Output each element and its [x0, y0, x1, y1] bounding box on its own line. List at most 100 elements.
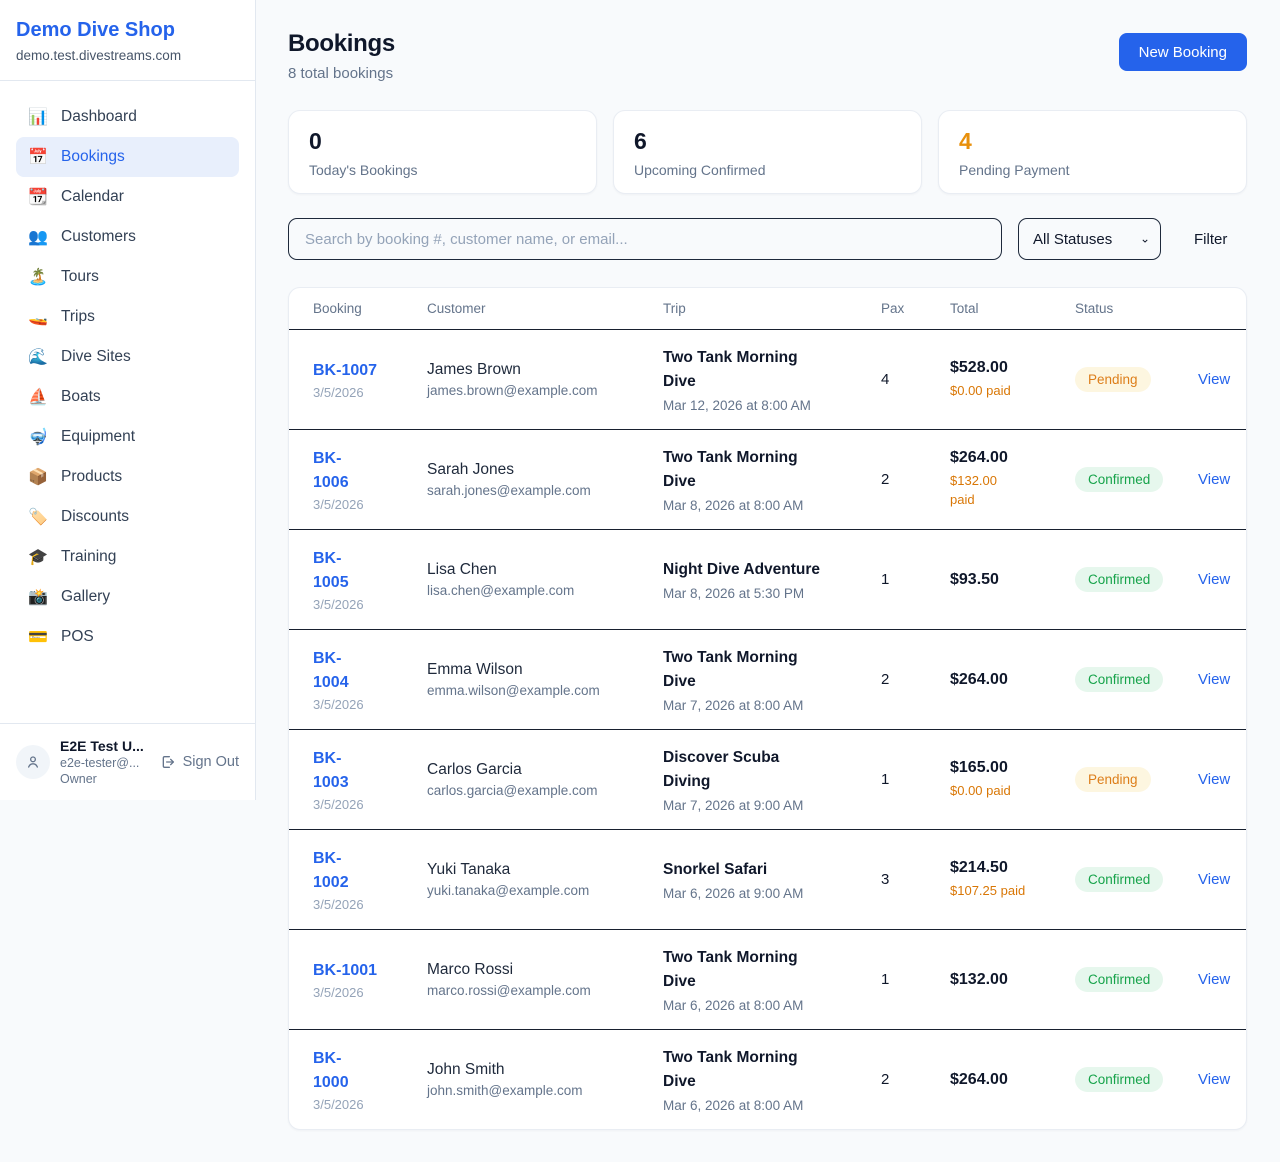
sidebar-item-label: Products — [61, 468, 122, 486]
trip-name: Two Tank Morning Dive — [663, 446, 813, 493]
status-badge: Confirmed — [1075, 1067, 1163, 1092]
sidebar-nav: 📊Dashboard 📅Bookings 📆Calendar 👥Customer… — [0, 81, 255, 723]
booking-id-link[interactable]: BK-1000 — [313, 1047, 353, 1095]
new-booking-button[interactable]: New Booking — [1119, 33, 1247, 71]
table-row: BK-10033/5/2026 Carlos Garciacarlos.garc… — [289, 729, 1246, 829]
sign-out-button[interactable]: Sign Out — [160, 754, 239, 770]
paid-amount: $132.00 paid — [950, 472, 1012, 510]
sidebar-item-calendar[interactable]: 📆Calendar — [16, 177, 239, 217]
table-row: BK-10043/5/2026 Emma Wilsonemma.wilson@e… — [289, 629, 1246, 729]
sidebar-item-bookings[interactable]: 📅Bookings — [16, 137, 239, 177]
view-link[interactable]: View — [1198, 371, 1230, 388]
sign-out-label: Sign Out — [183, 754, 239, 770]
sidebar-item-label: Dive Sites — [61, 348, 131, 366]
trip-name: Two Tank Morning Dive — [663, 1046, 813, 1093]
booking-id-link[interactable]: BK-1004 — [313, 647, 353, 695]
table-row: BK-10003/5/2026 John Smithjohn.smith@exa… — [289, 1029, 1246, 1129]
sidebar-item-dashboard[interactable]: 📊Dashboard — [16, 97, 239, 137]
avatar — [16, 745, 50, 779]
sidebar-item-tours[interactable]: 🏝️Tours — [16, 257, 239, 297]
status-badge: Confirmed — [1075, 967, 1163, 992]
main-content: Bookings 8 total bookings New Booking 0 … — [256, 0, 1280, 1156]
total-amount: $264.00 — [950, 1071, 1065, 1089]
view-link[interactable]: View — [1198, 971, 1230, 988]
search-input[interactable] — [288, 218, 1002, 260]
view-link[interactable]: View — [1198, 1071, 1230, 1088]
booking-id-link[interactable]: BK-1001 — [313, 959, 417, 983]
package-icon: 📦 — [28, 467, 48, 487]
paid-amount: $0.00 paid — [950, 782, 1065, 801]
view-link[interactable]: View — [1198, 671, 1230, 688]
stats-row: 0 Today's Bookings 6 Upcoming Confirmed … — [288, 110, 1247, 194]
view-link[interactable]: View — [1198, 871, 1230, 888]
sidebar-item-label: Trips — [61, 308, 95, 326]
view-link[interactable]: View — [1198, 471, 1230, 488]
customer-name: Carlos Garcia — [427, 761, 653, 779]
table-header-row: Booking Customer Trip Pax Total Status — [289, 288, 1246, 329]
stat-card-upcoming-confirmed: 6 Upcoming Confirmed — [613, 110, 922, 194]
customer-email: sarah.jones@example.com — [427, 483, 653, 498]
status-badge: Confirmed — [1075, 667, 1163, 692]
customer-email: emma.wilson@example.com — [427, 683, 653, 698]
sailboat-icon: ⛵ — [28, 387, 48, 407]
sidebar-item-gallery[interactable]: 📸Gallery — [16, 577, 239, 617]
page-header: Bookings 8 total bookings New Booking — [288, 30, 1247, 82]
trip-name: Night Dive Adventure — [663, 558, 871, 581]
booking-date: 3/5/2026 — [313, 897, 417, 912]
paid-amount: $0.00 paid — [950, 382, 1065, 401]
customer-email: lisa.chen@example.com — [427, 583, 653, 598]
booking-id-link[interactable]: BK-1002 — [313, 847, 353, 895]
person-icon — [25, 754, 41, 770]
trip-name: Two Tank Morning Dive — [663, 946, 813, 993]
booking-date: 3/5/2026 — [313, 497, 417, 512]
logout-icon — [160, 754, 176, 770]
view-link[interactable]: View — [1198, 771, 1230, 788]
booking-date: 3/5/2026 — [313, 985, 417, 1000]
customer-name: Lisa Chen — [427, 561, 653, 579]
sidebar-item-equipment[interactable]: 🤿Equipment — [16, 417, 239, 457]
total-amount: $93.50 — [950, 571, 1065, 589]
pax-count: 3 — [881, 871, 950, 888]
booking-id-link[interactable]: BK-1003 — [313, 747, 353, 795]
total-amount: $264.00 — [950, 449, 1065, 467]
status-badge: Confirmed — [1075, 867, 1163, 892]
booking-id-link[interactable]: BK-1007 — [313, 359, 417, 383]
sidebar-item-training[interactable]: 🎓Training — [16, 537, 239, 577]
filter-button[interactable]: Filter — [1194, 231, 1227, 248]
sidebar-item-label: Boats — [61, 388, 101, 406]
sidebar-item-pos[interactable]: 💳POS — [16, 617, 239, 657]
column-header-booking: Booking — [313, 301, 427, 316]
tag-icon: 🏷️ — [28, 507, 48, 527]
sidebar-item-boats[interactable]: ⛵ Boats — [16, 377, 239, 417]
user-info: E2E Test U... e2e-tester@... Owner — [60, 738, 150, 786]
page-title: Bookings — [288, 30, 395, 58]
view-link[interactable]: View — [1198, 571, 1230, 588]
trip-datetime: Mar 6, 2026 at 8:00 AM — [663, 998, 871, 1013]
booking-id-link[interactable]: BK-1005 — [313, 547, 353, 595]
trip-datetime: Mar 7, 2026 at 8:00 AM — [663, 698, 871, 713]
booking-date: 3/5/2026 — [313, 385, 417, 400]
sidebar: Demo Dive Shop demo.test.divestreams.com… — [0, 0, 256, 800]
sidebar-item-products[interactable]: 📦 Products — [16, 457, 239, 497]
total-amount: $132.00 — [950, 971, 1065, 989]
wave-icon: 🌊 — [28, 347, 48, 367]
status-badge: Pending — [1075, 367, 1151, 392]
customer-email: john.smith@example.com — [427, 1083, 653, 1098]
total-amount: $528.00 — [950, 359, 1065, 377]
stat-label: Today's Bookings — [309, 162, 576, 178]
trip-name: Discover Scuba Diving — [663, 746, 813, 793]
credit-card-icon: 💳 — [28, 627, 48, 647]
status-select[interactable]: All Statuses — [1018, 218, 1161, 260]
pax-count: 1 — [881, 571, 950, 588]
diving-mask-icon: 🤿 — [28, 427, 48, 447]
sidebar-item-customers[interactable]: 👥Customers — [16, 217, 239, 257]
sidebar-item-trips[interactable]: 🚤Trips — [16, 297, 239, 337]
calendar-icon: 📅 — [28, 147, 48, 167]
sidebar-item-discounts[interactable]: 🏷️Discounts — [16, 497, 239, 537]
sidebar-item-label: Dashboard — [61, 108, 137, 126]
pax-count: 2 — [881, 671, 950, 688]
camera-icon: 📸 — [28, 587, 48, 607]
sidebar-item-dive-sites[interactable]: 🌊 Dive Sites — [16, 337, 239, 377]
user-footer: E2E Test U... e2e-tester@... Owner Sign … — [0, 723, 255, 800]
booking-id-link[interactable]: BK-1006 — [313, 447, 353, 495]
